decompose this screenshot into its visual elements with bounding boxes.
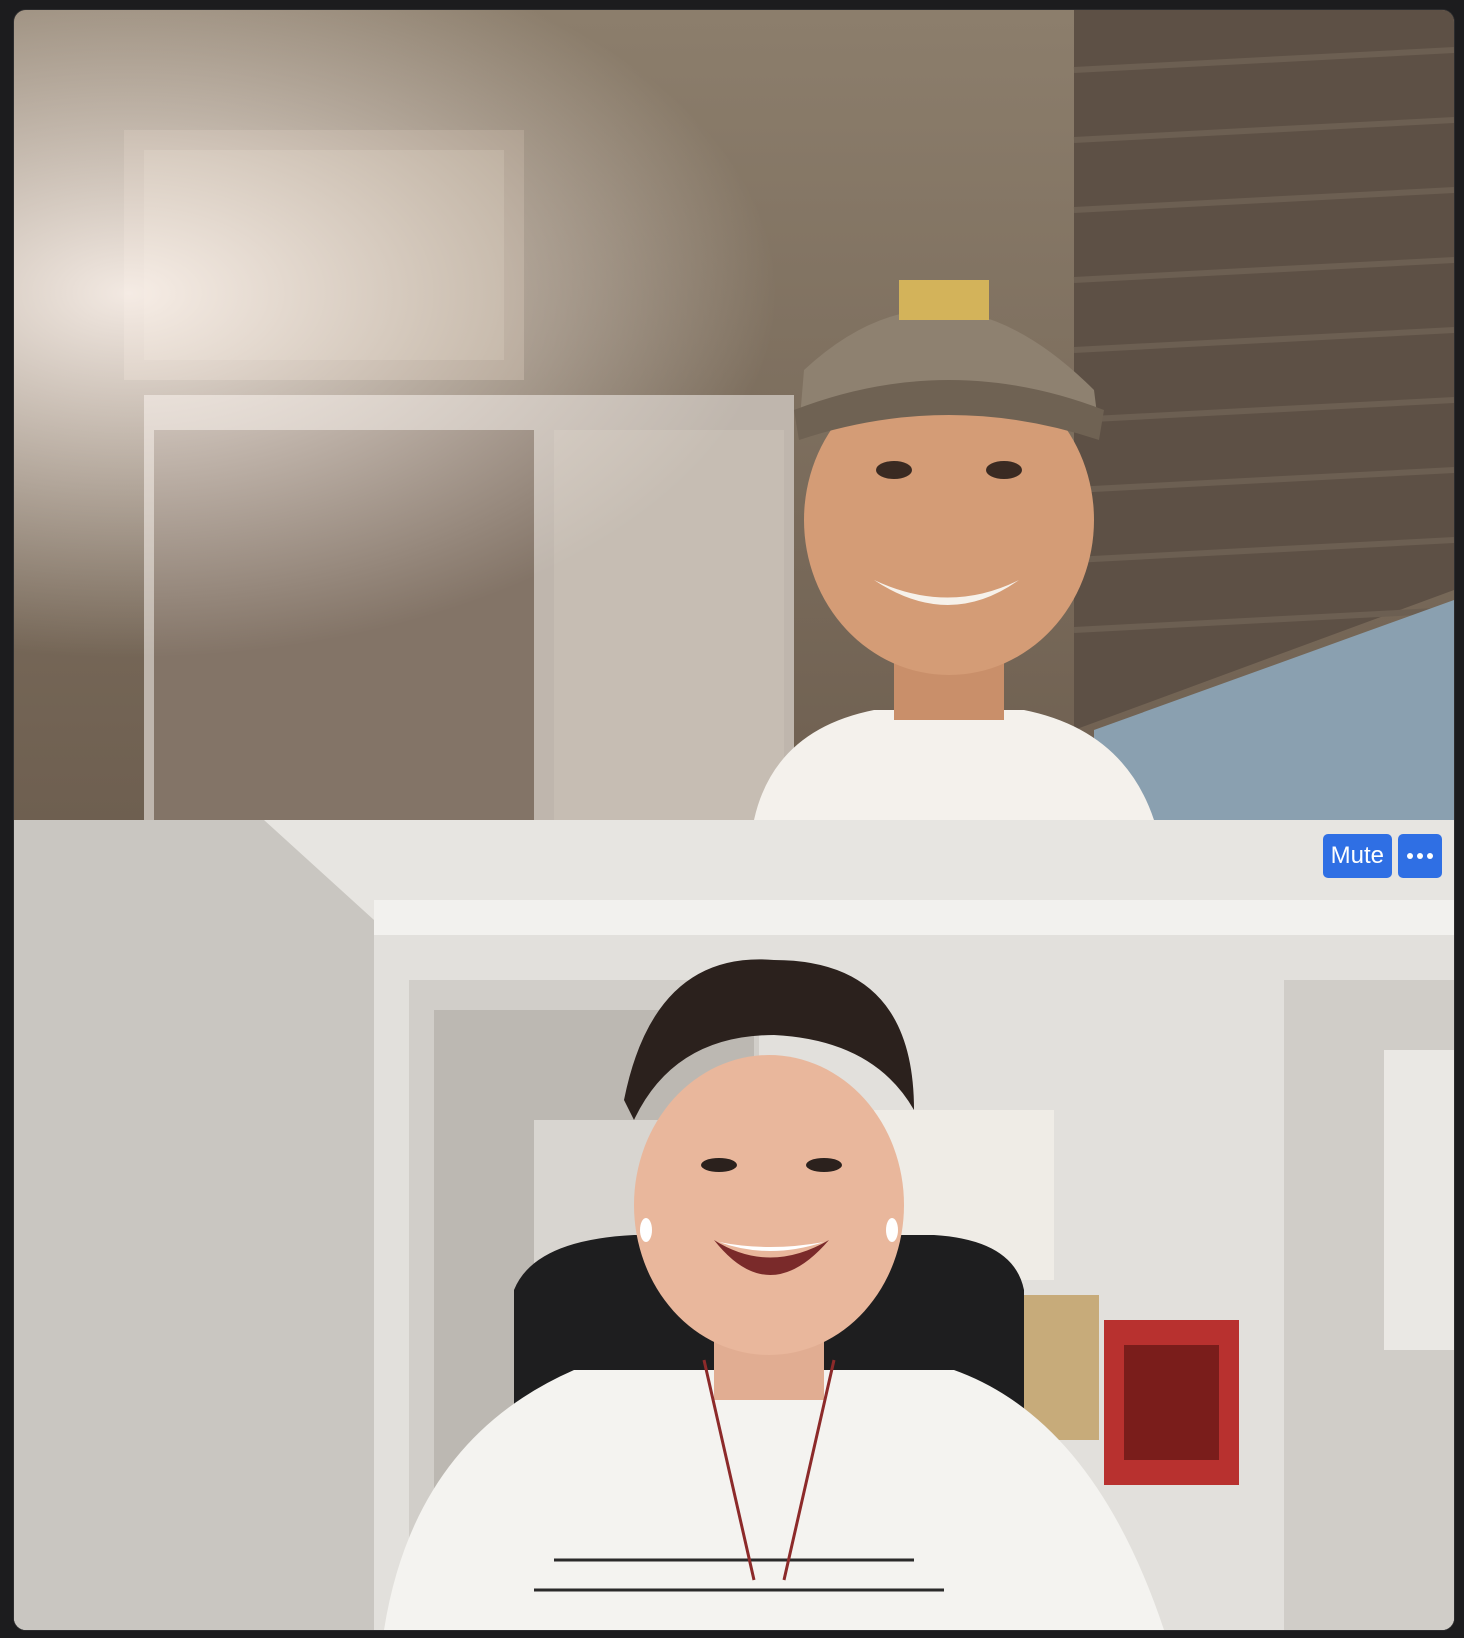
more-options-button[interactable]: [1398, 834, 1442, 878]
participant-video-remote[interactable]: [14, 10, 1454, 820]
call-window: Mute: [14, 10, 1454, 1630]
more-horizontal-icon: [1407, 853, 1433, 859]
remote-video-frame: [14, 10, 1454, 820]
mute-button[interactable]: Mute: [1322, 834, 1392, 878]
participant-video-self[interactable]: Mute: [14, 820, 1454, 1630]
self-video-frame: [14, 820, 1454, 1630]
self-video-controls: Mute: [1322, 834, 1442, 878]
